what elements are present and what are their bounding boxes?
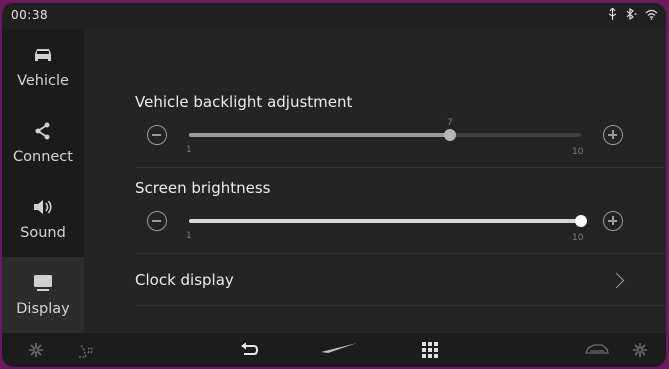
clock-time: 00:38 [11,8,49,22]
usb-icon [608,7,617,23]
backlight-value-label: 7 [447,118,453,128]
status-icons [608,7,658,23]
monitor-icon [2,271,84,295]
bottom-bar [2,333,666,367]
chevron-right-icon [608,272,625,289]
divider [135,305,665,306]
fan-right-icon[interactable] [632,340,648,360]
brightness-decrease-button[interactable] [147,211,167,231]
seat-heat-icon[interactable] [76,340,96,360]
brand-logo-icon[interactable] [320,340,358,360]
brightness-slider-fill [189,219,581,223]
backlight-max-label: 10 [572,147,584,157]
fan-icon[interactable] [28,340,44,360]
share-icon [2,119,84,143]
brightness-min-label: 1 [186,231,192,241]
backlight-slider-track[interactable] [189,129,581,141]
bluetooth-icon [625,7,637,23]
sidebar: Vehicle Connect Sound Display [2,29,84,333]
brightness-slider-thumb[interactable] [575,215,587,227]
car-icon [2,43,84,67]
backlight-increase-button[interactable] [603,125,623,145]
brightness-slider-row: 1 10 [135,208,655,248]
clock-display-label: Clock display [135,271,234,289]
backlight-slider-fill [189,133,450,137]
sidebar-item-label: Vehicle [17,73,69,89]
backlight-decrease-button[interactable] [147,125,167,145]
status-bar: 00:38 [2,3,666,29]
apps-grid-icon[interactable] [422,340,438,360]
clock-display-row[interactable]: Clock display [84,257,666,303]
backlight-slider-thumb[interactable] [444,129,456,141]
backlight-min-label: 1 [186,145,192,155]
sidebar-item-display[interactable]: Display [2,257,84,333]
main-panel: Vehicle backlight adjustment 1 10 7 Scre… [84,29,666,333]
sidebar-item-connect[interactable]: Connect [2,105,84,181]
sidebar-item-sound[interactable]: Sound [2,181,84,257]
screen-frame: 00:38 Vehicle Connect Sound Display Vehi… [2,3,666,367]
brightness-max-label: 10 [572,233,584,243]
brightness-slider-track[interactable] [189,215,587,227]
brightness-increase-button[interactable] [603,211,623,231]
sidebar-item-label: Sound [20,225,66,241]
backlight-slider-row: 1 10 7 [135,118,655,162]
backlight-label: Vehicle backlight adjustment [135,93,353,111]
wifi-icon [645,9,658,23]
back-icon[interactable] [240,340,258,360]
divider [135,167,665,168]
sidebar-item-label: Connect [13,149,73,165]
car-climate-icon[interactable] [584,340,610,360]
brightness-label: Screen brightness [135,179,271,197]
divider [135,253,665,254]
sidebar-item-vehicle[interactable]: Vehicle [2,29,84,105]
speaker-icon [2,195,84,219]
sidebar-item-label: Display [16,301,70,317]
